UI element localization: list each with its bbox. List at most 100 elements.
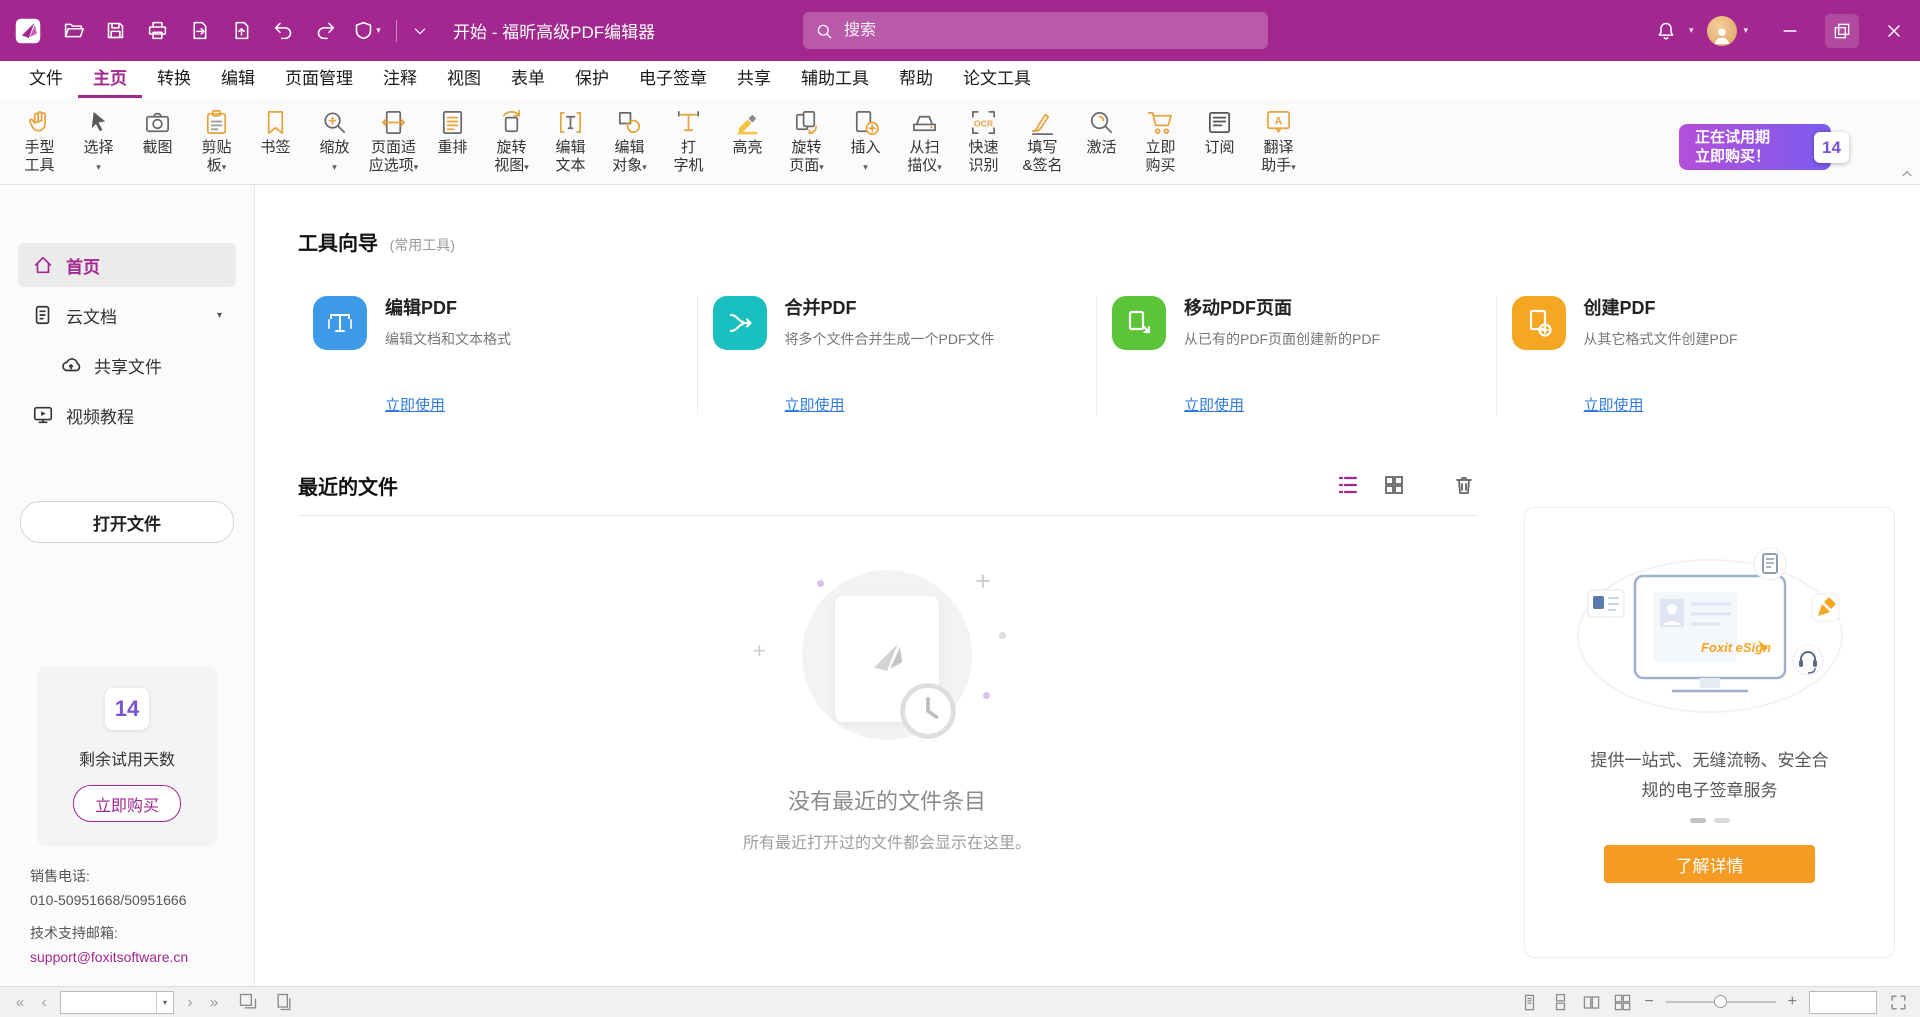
use-now-link[interactable]: 立即使用 — [785, 394, 845, 415]
use-now-link[interactable]: 立即使用 — [1584, 394, 1644, 415]
menu-item-10[interactable]: 共享 — [722, 61, 786, 98]
ribbon-tool-scanner[interactable]: 从扫描仪▾ — [895, 105, 954, 177]
save-button[interactable] — [94, 12, 136, 50]
sidebar-item-2[interactable]: 共享文件 — [18, 343, 236, 387]
ribbon-tools: 手型工具选择▾截图剪贴板▾书签缩放▾页面适应选项▾重排旋转视图▾编辑文本编辑对象… — [10, 105, 1308, 184]
zoom-out-button[interactable]: − — [1644, 994, 1653, 1010]
undo-icon — [273, 20, 294, 41]
bookmark-icon — [261, 106, 290, 139]
list-view-icon[interactable] — [1336, 473, 1360, 497]
ribbon-tool-clipboard[interactable]: 剪贴板▾ — [187, 105, 246, 177]
ribbon-tool-fit-page[interactable]: 页面适应选项▾ — [364, 105, 423, 177]
ribbon-tool-bookmark[interactable]: 书签 — [246, 105, 305, 158]
sidebar-item-3[interactable]: 视频教程 — [18, 393, 236, 437]
prev-page-button[interactable]: ‹ — [36, 995, 52, 1010]
learn-more-button[interactable]: 了解详情 — [1604, 845, 1815, 883]
use-now-link[interactable]: 立即使用 — [385, 394, 445, 415]
clipboard-pages-icon[interactable] — [274, 992, 294, 1012]
ribbon-tool-edit-text[interactable]: 编辑文本 — [541, 105, 600, 176]
first-page-button[interactable]: « — [12, 995, 28, 1010]
next-page-button[interactable]: › — [182, 995, 198, 1010]
open-file-button[interactable]: 打开文件 — [20, 501, 234, 543]
zoom-slider[interactable] — [1666, 1001, 1776, 1003]
ribbon-tool-insert-pages[interactable]: 插入▾ — [836, 105, 895, 177]
search-bar[interactable] — [803, 12, 1268, 49]
ribbon-tool-hand[interactable]: 手型工具 — [10, 105, 69, 176]
search-input[interactable] — [842, 21, 1256, 41]
ribbon-tool-ocr[interactable]: OCR快速识别 — [954, 105, 1013, 176]
menu-item-3[interactable]: 编辑 — [206, 61, 270, 98]
close-button[interactable] — [1868, 0, 1920, 61]
redo-button[interactable] — [304, 12, 346, 50]
buy-now-button[interactable]: 立即购买 — [73, 785, 181, 822]
menu-item-0[interactable]: 文件 — [14, 61, 78, 98]
sidebar-item-0[interactable]: 首页 — [18, 243, 236, 287]
menu-item-12[interactable]: 帮助 — [884, 61, 948, 98]
activate-icon — [1087, 106, 1116, 139]
create-pdf-icon — [1512, 296, 1566, 350]
promo-text-line1: 提供一站式、无缝流畅、安全合 — [1591, 746, 1829, 776]
fullscreen-expand-icon[interactable] — [1889, 993, 1908, 1012]
page-number-input[interactable] — [61, 992, 156, 1013]
zoom-slider-thumb[interactable] — [1714, 995, 1727, 1008]
layout-facing-continuous-icon[interactable] — [1613, 993, 1632, 1012]
undo-button[interactable] — [262, 12, 304, 50]
menu-item-2[interactable]: 转换 — [142, 61, 206, 98]
ribbon-tool-snapshot-camera[interactable]: 截图 — [128, 105, 187, 158]
protect-button[interactable]: ▾ — [346, 12, 388, 50]
ribbon-tool-highlight[interactable]: 高亮 — [718, 105, 777, 158]
menu-item-1[interactable]: 主页 — [78, 61, 142, 98]
print-button[interactable] — [136, 12, 178, 50]
menu-item-11[interactable]: 辅助工具 — [786, 61, 884, 98]
menu-item-8[interactable]: 保护 — [560, 61, 624, 98]
menu-item-9[interactable]: 电子签章 — [624, 61, 722, 98]
use-now-link[interactable]: 立即使用 — [1184, 394, 1244, 415]
page-number-dropdown-icon[interactable]: ▾ — [156, 992, 173, 1013]
ribbon-tool-fill-sign[interactable]: 填写&签名 — [1013, 105, 1072, 176]
notifications-bell-icon[interactable] — [1645, 12, 1687, 50]
ribbon-tool-subscribe[interactable]: 订阅 — [1190, 105, 1249, 158]
zoom-in-button[interactable]: + — [1788, 994, 1797, 1010]
trial-banner[interactable]: 正在试用期 立即购买！ 14 — [1679, 124, 1831, 170]
menu-item-6[interactable]: 视图 — [432, 61, 496, 98]
hand-icon — [25, 106, 54, 139]
customize-toolbar-chevron-icon[interactable] — [405, 12, 435, 50]
clear-recent-trash-icon[interactable] — [1452, 473, 1476, 497]
carousel-dot[interactable] — [1690, 818, 1706, 823]
ribbon-tool-cart[interactable]: 立即购买 — [1131, 105, 1190, 176]
carousel-dot[interactable] — [1714, 818, 1730, 823]
ribbon-tool-select[interactable]: 选择▾ — [69, 105, 128, 177]
snapshot-tool-icon[interactable] — [238, 992, 258, 1012]
send-button[interactable] — [220, 12, 262, 50]
grid-view-icon[interactable] — [1382, 473, 1406, 497]
ribbon-tool-typewriter[interactable]: 打字机 — [659, 105, 718, 176]
ribbon-tool-reflow[interactable]: 重排 — [423, 105, 482, 158]
avatar[interactable] — [1707, 16, 1737, 46]
bell-chevron-icon[interactable]: ▾ — [1689, 25, 1694, 36]
layout-single-page-icon[interactable] — [1520, 993, 1539, 1012]
support-email-link[interactable]: support@foxitsoftware.cn — [30, 946, 188, 970]
ribbon-tool-rotate-view[interactable]: 旋转视图▾ — [482, 105, 541, 177]
menu-item-7[interactable]: 表单 — [496, 61, 560, 98]
collapse-ribbon-icon[interactable] — [1900, 167, 1914, 181]
zoom-level-input[interactable] — [1810, 992, 1876, 1013]
minimize-button[interactable] — [1764, 0, 1816, 61]
export-button[interactable] — [178, 12, 220, 50]
ribbon-tool-edit-object[interactable]: 编辑对象▾ — [600, 105, 659, 177]
open-file-button[interactable] — [52, 12, 94, 50]
sidebar-item-1[interactable]: 云文档▾ — [18, 293, 236, 337]
layout-facing-icon[interactable] — [1582, 993, 1601, 1012]
ribbon-tool-activate[interactable]: 激活 — [1072, 105, 1131, 158]
menu-item-5[interactable]: 注释 — [368, 61, 432, 98]
menu-item-13[interactable]: 论文工具 — [948, 61, 1046, 98]
ribbon-tool-rotate-pages[interactable]: 旋转页面▾ — [777, 105, 836, 177]
account-chevron-icon[interactable]: ▾ — [1743, 25, 1748, 36]
layout-continuous-icon[interactable] — [1551, 993, 1570, 1012]
chevron-down-icon[interactable]: ▾ — [217, 310, 222, 321]
titlebar-right: ▾ ▾ — [1645, 0, 1920, 61]
ribbon-tool-zoom[interactable]: 缩放▾ — [305, 105, 364, 177]
menu-item-4[interactable]: 页面管理 — [270, 61, 368, 98]
last-page-button[interactable]: » — [206, 995, 222, 1010]
restore-button[interactable] — [1816, 0, 1868, 61]
ribbon-tool-translate[interactable]: A翻译助手▾ — [1249, 105, 1308, 177]
